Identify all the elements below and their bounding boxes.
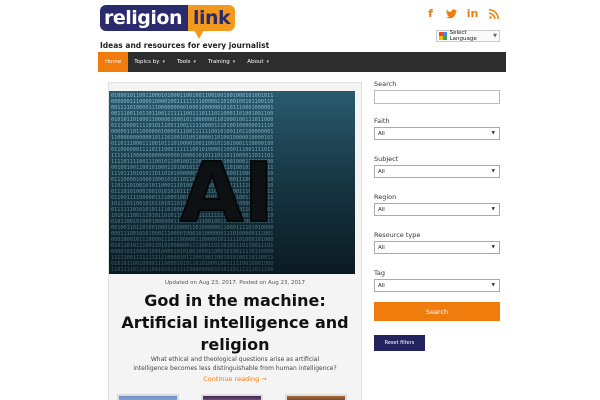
logo-speech-tail	[193, 30, 204, 39]
faith-label: Faith	[374, 117, 390, 125]
related-thumbnail[interactable]	[201, 394, 263, 400]
rss-icon[interactable]	[487, 7, 500, 20]
post-dates: Updated on Aug 23, 2017. Posted on Aug 2…	[165, 280, 305, 286]
chevron-down-icon: ▾	[162, 59, 165, 65]
nav-item-label: Training	[208, 59, 230, 65]
logo-link-badge: link	[187, 5, 236, 39]
post-title[interactable]: God in the machine: Artificial intellige…	[109, 290, 361, 356]
chevron-down-icon: ▼	[491, 169, 495, 174]
main-nav: Home Topics by ▾ Tools ▾ Training ▾ Abou…	[98, 52, 506, 72]
tag-select-value: All	[378, 282, 385, 289]
tag-label: Tag	[374, 269, 386, 277]
logo-religion-text: religion	[100, 5, 188, 31]
post-image[interactable]: 0100010110011000101000110010011001001001…	[109, 91, 355, 274]
faith-select[interactable]: All ▼	[374, 127, 500, 140]
nav-item-label: Topics by	[134, 59, 160, 65]
nav-item-topics[interactable]: Topics by ▾	[128, 52, 171, 72]
nav-item-label: About	[247, 59, 264, 65]
nav-item-about[interactable]: About ▾	[241, 52, 275, 72]
linkedin-icon[interactable]: in	[466, 7, 479, 20]
subject-select-value: All	[378, 168, 385, 175]
site-logo[interactable]: religion link	[100, 5, 236, 39]
ai-image-text: AI	[180, 146, 274, 241]
resource-type-select-value: All	[378, 244, 385, 251]
language-selector[interactable]: Select Language ▼	[436, 30, 500, 42]
chevron-down-icon: ▾	[266, 59, 270, 65]
region-select[interactable]: All ▼	[374, 203, 500, 216]
nav-item-home[interactable]: Home	[98, 52, 129, 72]
subject-label: Subject	[374, 155, 399, 163]
search-input[interactable]	[374, 90, 500, 104]
post-title-line: religion	[200, 335, 270, 354]
search-filter-sidebar: Search Faith All ▼ Subject All ▼ Region …	[374, 80, 500, 351]
chevron-down-icon: ▾	[193, 59, 197, 65]
featured-post: 0100010110011000101000110010011001001001…	[108, 82, 362, 400]
facebook-icon[interactable]: f	[424, 7, 437, 20]
binary-ai-image: 0100010110011000101000110010011001001001…	[109, 91, 355, 274]
region-select-value: All	[378, 206, 385, 213]
language-label: Select Language	[449, 30, 477, 42]
nav-item-tools[interactable]: Tools ▾	[171, 52, 202, 72]
chevron-down-icon: ▼	[493, 33, 497, 39]
nav-item-training[interactable]: Training ▾	[202, 52, 241, 72]
social-links: f in	[424, 7, 500, 20]
svg-text:110111101101100101010111100000: 1101111011011001010101111000000001010110…	[111, 267, 273, 273]
post-excerpt: What ethical and theological questions a…	[133, 356, 337, 372]
region-label: Region	[374, 193, 397, 201]
nav-item-label: Home	[105, 59, 122, 65]
post-title-line: God in the machine:	[144, 291, 326, 310]
logo-link-text: link	[187, 5, 236, 31]
google-translate-icon	[439, 32, 447, 40]
search-button[interactable]: Search	[374, 302, 500, 321]
subject-select[interactable]: All ▼	[374, 165, 500, 178]
chevron-down-icon: ▼	[491, 131, 495, 136]
resource-type-select[interactable]: All ▼	[374, 241, 500, 254]
chevron-down-icon: ▼	[491, 207, 495, 212]
post-title-line: Artificial intelligence and	[121, 313, 349, 332]
continue-reading-link[interactable]: Continue reading →	[109, 375, 361, 383]
related-thumbnail[interactable]	[285, 394, 347, 400]
nav-item-label: Tools	[176, 59, 191, 65]
resource-type-label: Resource type	[374, 231, 421, 239]
faith-select-value: All	[378, 130, 385, 137]
chevron-down-icon: ▼	[491, 245, 495, 250]
related-thumbnails	[117, 394, 347, 400]
search-label: Search	[374, 80, 397, 88]
twitter-icon[interactable]	[445, 7, 458, 20]
tag-select[interactable]: All ▼	[374, 279, 500, 292]
reset-filters-button[interactable]: Reset filters	[374, 335, 425, 351]
site-tagline: Ideas and resources for every journalist	[100, 41, 270, 50]
related-thumbnail[interactable]	[117, 394, 179, 400]
chevron-down-icon: ▾	[232, 59, 236, 65]
chevron-down-icon: ▼	[491, 283, 495, 288]
